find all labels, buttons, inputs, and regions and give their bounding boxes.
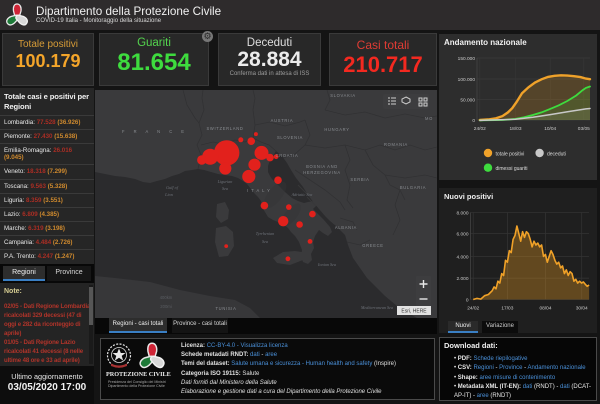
svg-text:10/04: 10/04 [544,126,556,132]
svg-text:SERBIA: SERBIA [350,177,369,182]
svg-text:6.000: 6.000 [456,232,468,238]
svg-text:50.000: 50.000 [460,98,475,104]
svg-text:MO: MO [425,116,433,121]
svg-text:03/05: 03/05 [578,126,590,132]
svg-text:SLOVENIA: SLOVENIA [277,135,303,140]
svg-text:Ionian Sea: Ionian Sea [317,262,336,267]
svg-text:AUSTRIA: AUSTRIA [271,118,294,123]
svg-text:17/03: 17/03 [501,306,513,312]
svg-text:TUNISIA: TUNISIA [215,306,236,311]
svg-text:BULGARIA: BULGARIA [400,185,426,190]
svg-text:24/02: 24/02 [467,306,479,312]
svg-text:150.000: 150.000 [458,56,476,62]
svg-text:2.000: 2.000 [456,276,468,282]
svg-text:100.000: 100.000 [458,77,476,83]
svg-text:200mi: 200mi [160,304,171,309]
svg-text:Gulf of: Gulf of [166,185,179,190]
svg-text:HUNGARY: HUNGARY [324,127,349,132]
svg-text:SWITZERLAND: SWITZERLAND [206,126,243,131]
svg-text:ROMANIA: ROMANIA [384,142,408,147]
svg-text:08/04: 08/04 [539,306,551,312]
svg-text:0: 0 [472,118,475,124]
svg-text:Mediterranean Sea: Mediterranean Sea [360,305,393,310]
svg-text:24/02: 24/02 [474,126,486,132]
svg-text:0: 0 [466,298,469,304]
svg-text:Esri, HERE: Esri, HERE [401,309,427,315]
svg-text:F R A N C E: F R A N C E [122,129,188,134]
svg-text:ITALY: ITALY [247,188,273,193]
svg-text:Lion: Lion [164,192,173,197]
svg-text:4.000: 4.000 [456,254,468,260]
svg-text:18/03: 18/03 [509,126,521,132]
svg-text:BOSNIA AND: BOSNIA AND [306,164,338,169]
svg-text:dimessi guariti: dimessi guariti [496,166,528,172]
svg-text:Sea: Sea [262,239,268,244]
svg-text:Adriatic Sea: Adriatic Sea [291,192,313,197]
svg-text:SLOVAKIA: SLOVAKIA [330,93,356,98]
svg-text:8.000: 8.000 [456,211,468,217]
svg-text:HERZEGOVINA: HERZEGOVINA [303,170,341,175]
svg-text:totale positivi: totale positivi [496,151,525,157]
svg-text:400km: 400km [160,295,173,300]
svg-text:ALBANIA: ALBANIA [335,225,357,230]
svg-text:Tyrrhenian: Tyrrhenian [256,231,274,236]
svg-text:30/04: 30/04 [576,306,588,312]
svg-text:Sea: Sea [222,186,228,191]
svg-text:GREECE: GREECE [362,243,384,248]
svg-text:CROATIA: CROATIA [276,153,299,158]
svg-text:Ligurian: Ligurian [217,179,233,184]
svg-text:deceduti: deceduti [547,151,566,157]
